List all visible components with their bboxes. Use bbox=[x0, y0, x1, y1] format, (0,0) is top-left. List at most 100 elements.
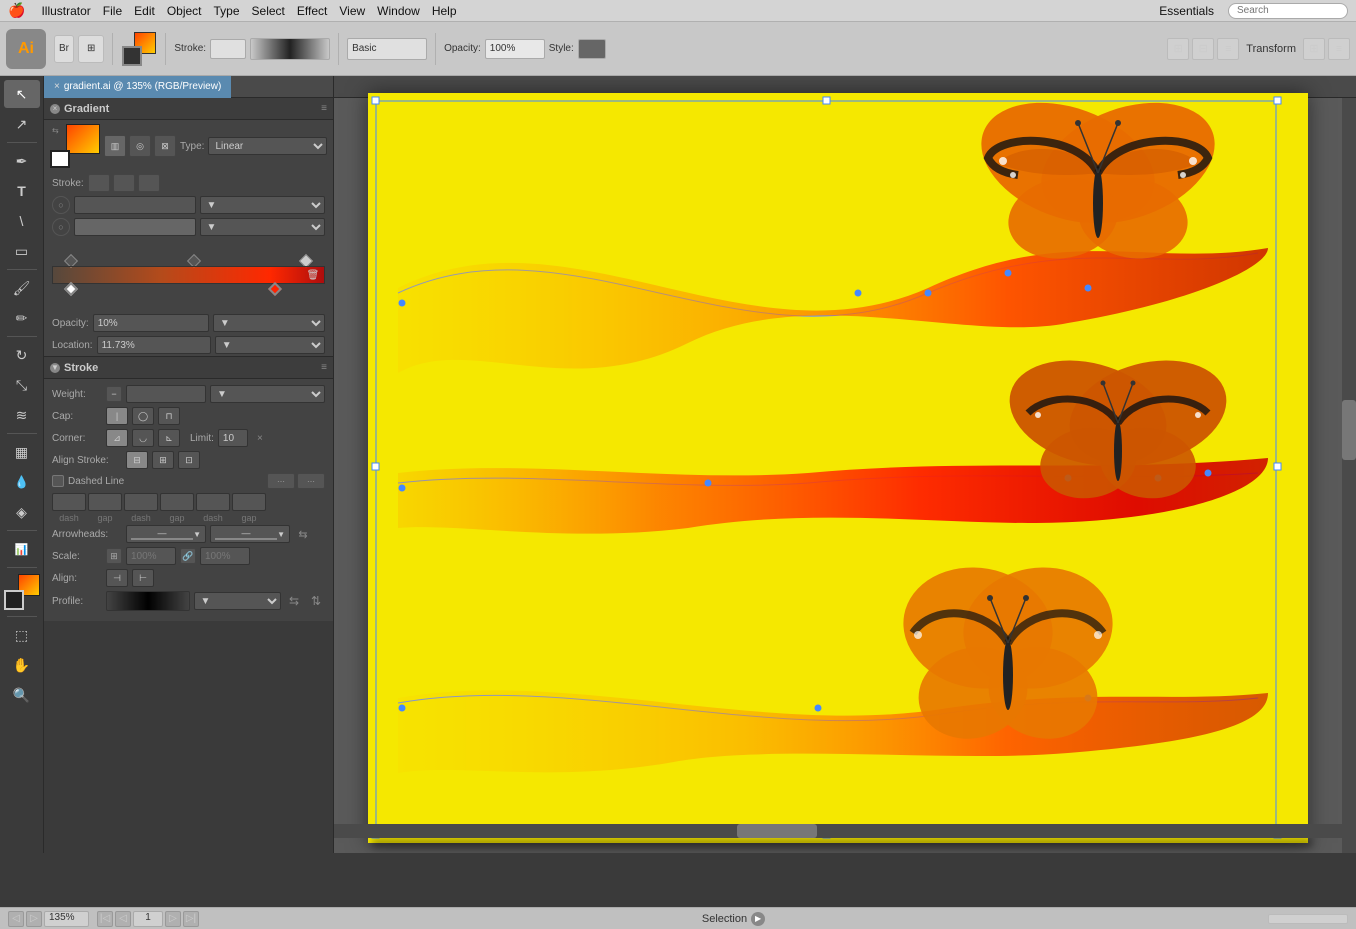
menu-select[interactable]: Select bbox=[252, 4, 285, 18]
menu-file[interactable]: File bbox=[103, 4, 122, 18]
stroke-style-display[interactable] bbox=[250, 38, 330, 60]
bevel-corner-button[interactable]: ⊾ bbox=[158, 429, 180, 447]
bridge-button[interactable]: Br bbox=[54, 35, 74, 63]
status-scroll-indicator[interactable] bbox=[1268, 914, 1348, 924]
menu-edit[interactable]: Edit bbox=[134, 4, 155, 18]
gradient-middle-slider[interactable] bbox=[74, 218, 196, 236]
profile-flip-icon[interactable]: ⇅ bbox=[307, 592, 325, 610]
limit-close[interactable]: × bbox=[252, 429, 268, 447]
zoom-field[interactable]: 135% bbox=[44, 911, 89, 927]
eyedropper-tool-button[interactable]: 💧 bbox=[4, 468, 40, 496]
gradient-panel-menu[interactable]: ≡ bbox=[321, 103, 327, 114]
limit-input[interactable]: 10 bbox=[218, 429, 248, 447]
canvas-area[interactable] bbox=[334, 76, 1356, 853]
align-icon[interactable]: ⊞ bbox=[1167, 38, 1189, 60]
close-panel-icon[interactable]: ≡ bbox=[1328, 38, 1350, 60]
menu-object[interactable]: Object bbox=[167, 4, 202, 18]
basic-select[interactable]: Basic bbox=[347, 38, 427, 60]
rectangle-tool-button[interactable]: ▭ bbox=[4, 237, 40, 265]
gradient-stroke-swatch[interactable] bbox=[50, 150, 70, 168]
location-input[interactable]: 11.73% bbox=[97, 336, 211, 354]
projecting-cap-button[interactable]: ⊓ bbox=[158, 407, 180, 425]
opacity-input[interactable]: 10% bbox=[93, 314, 209, 332]
column-graph-tool-button[interactable]: 📊 bbox=[4, 535, 40, 563]
vertical-scrollbar-thumb[interactable] bbox=[1342, 400, 1356, 460]
arrowhead-start-select[interactable]: — ▼ bbox=[126, 525, 206, 543]
arrowhead-swap-icon[interactable]: ⇆ bbox=[294, 525, 312, 543]
zoom-prev-button[interactable]: ◁ bbox=[8, 911, 24, 927]
page-prev-button[interactable]: ◁ bbox=[115, 911, 131, 927]
opacity-select[interactable]: ▼ bbox=[213, 314, 325, 332]
butt-cap-button[interactable]: | bbox=[106, 407, 128, 425]
menubar-search-input[interactable] bbox=[1228, 3, 1348, 19]
opacity-field[interactable]: 100% bbox=[485, 39, 545, 59]
gradient-angle-dial[interactable]: ○ bbox=[52, 196, 70, 214]
gap-field-2[interactable] bbox=[160, 493, 194, 511]
stroke-weight-display[interactable] bbox=[210, 39, 246, 59]
color-stop-left[interactable] bbox=[64, 282, 78, 296]
profile-reverse-icon[interactable]: ⇆ bbox=[285, 592, 303, 610]
scale-input-1[interactable]: 100% bbox=[126, 547, 176, 565]
status-arrow-icon[interactable]: ▶ bbox=[751, 912, 765, 926]
profile-select[interactable] bbox=[106, 591, 190, 611]
stroke-panel-collapse[interactable]: ▼ bbox=[50, 363, 60, 373]
essentials-label[interactable]: Essentials bbox=[1159, 4, 1214, 18]
stroke-panel-menu[interactable]: ≡ bbox=[321, 362, 327, 373]
round-corner-button[interactable]: ◡ bbox=[132, 429, 154, 447]
arrowhead-end-select[interactable]: — ▼ bbox=[210, 525, 290, 543]
pencil-tool-button[interactable]: ✏ bbox=[4, 304, 40, 332]
align-outside-button[interactable]: ⊡ bbox=[178, 451, 200, 469]
weight-input[interactable] bbox=[126, 385, 206, 403]
gradient-middle-select[interactable]: ▼ bbox=[200, 218, 326, 236]
gradient-color-bar[interactable]: 🗑 bbox=[52, 266, 325, 284]
scale-input-2[interactable]: 100% bbox=[200, 547, 250, 565]
horizontal-scrollbar-thumb[interactable] bbox=[737, 824, 817, 838]
menu-help[interactable]: Help bbox=[432, 4, 457, 18]
page-last-button[interactable]: ▷| bbox=[183, 911, 199, 927]
hand-tool-button[interactable]: ✋ bbox=[4, 651, 40, 679]
linear-gradient-icon[interactable]: ▥ bbox=[104, 135, 126, 157]
artboard-tool-button[interactable]: ⬚ bbox=[4, 621, 40, 649]
round-cap-button[interactable]: ◯ bbox=[132, 407, 154, 425]
vertical-scrollbar[interactable] bbox=[1342, 98, 1356, 853]
profile-dropdown[interactable]: ▼ bbox=[194, 592, 282, 610]
align-center-button[interactable]: ⊟ bbox=[126, 451, 148, 469]
freeform-gradient-icon[interactable]: ⊠ bbox=[154, 135, 176, 157]
distribute-icon[interactable]: ⊟ bbox=[1192, 38, 1214, 60]
color-stop-right-active[interactable] bbox=[268, 282, 282, 296]
gradient-reverse-dial[interactable]: ○ bbox=[52, 218, 70, 236]
selection-tool-button[interactable]: ↖ bbox=[4, 80, 40, 108]
pen-tool-button[interactable]: ✒ bbox=[4, 147, 40, 175]
stroke-icon-2[interactable] bbox=[113, 174, 135, 192]
scale-link-icon[interactable]: 🔗 bbox=[180, 548, 196, 564]
radial-gradient-icon[interactable]: ◎ bbox=[129, 135, 151, 157]
dash-field-3[interactable] bbox=[196, 493, 230, 511]
stroke-swatch-tool[interactable] bbox=[4, 590, 24, 610]
line-tool-button[interactable]: \ bbox=[4, 207, 40, 235]
zoom-tool-button[interactable]: 🔍 bbox=[4, 681, 40, 709]
align-end-1[interactable]: ⊣ bbox=[106, 569, 128, 587]
type-tool-button[interactable]: T bbox=[4, 177, 40, 205]
stroke-icon-1[interactable] bbox=[88, 174, 110, 192]
dash-opt-1[interactable]: ⋯ bbox=[267, 473, 295, 489]
location-select[interactable]: ▼ bbox=[215, 336, 325, 354]
gap-field-1[interactable] bbox=[88, 493, 122, 511]
gradient-angle-select[interactable]: ▼ bbox=[200, 196, 326, 214]
menu-type[interactable]: Type bbox=[214, 4, 240, 18]
rotate-tool-button[interactable]: ↻ bbox=[4, 341, 40, 369]
gradient-bar-delete-icon[interactable]: 🗑 bbox=[306, 268, 320, 282]
weight-stepper-down[interactable]: − bbox=[106, 386, 122, 402]
stroke-color-swatch[interactable] bbox=[122, 46, 142, 66]
miter-corner-button[interactable]: ⊿ bbox=[106, 429, 128, 447]
gradient-angle-input[interactable] bbox=[74, 196, 196, 214]
align-inside-button[interactable]: ⊞ bbox=[152, 451, 174, 469]
stroke-icon-3[interactable] bbox=[138, 174, 160, 192]
more-icon[interactable]: ≡ bbox=[1217, 38, 1239, 60]
page-number-field[interactable]: 1 bbox=[133, 911, 163, 927]
blend-tool-button[interactable]: ◈ bbox=[4, 498, 40, 526]
document-tab-active[interactable]: × gradient.ai @ 135% (RGB/Preview) bbox=[44, 76, 231, 98]
menu-effect[interactable]: Effect bbox=[297, 4, 327, 18]
align-end-2[interactable]: ⊢ bbox=[132, 569, 154, 587]
gradient-fill-swatch[interactable] bbox=[66, 124, 100, 154]
dash-field-2[interactable] bbox=[124, 493, 158, 511]
